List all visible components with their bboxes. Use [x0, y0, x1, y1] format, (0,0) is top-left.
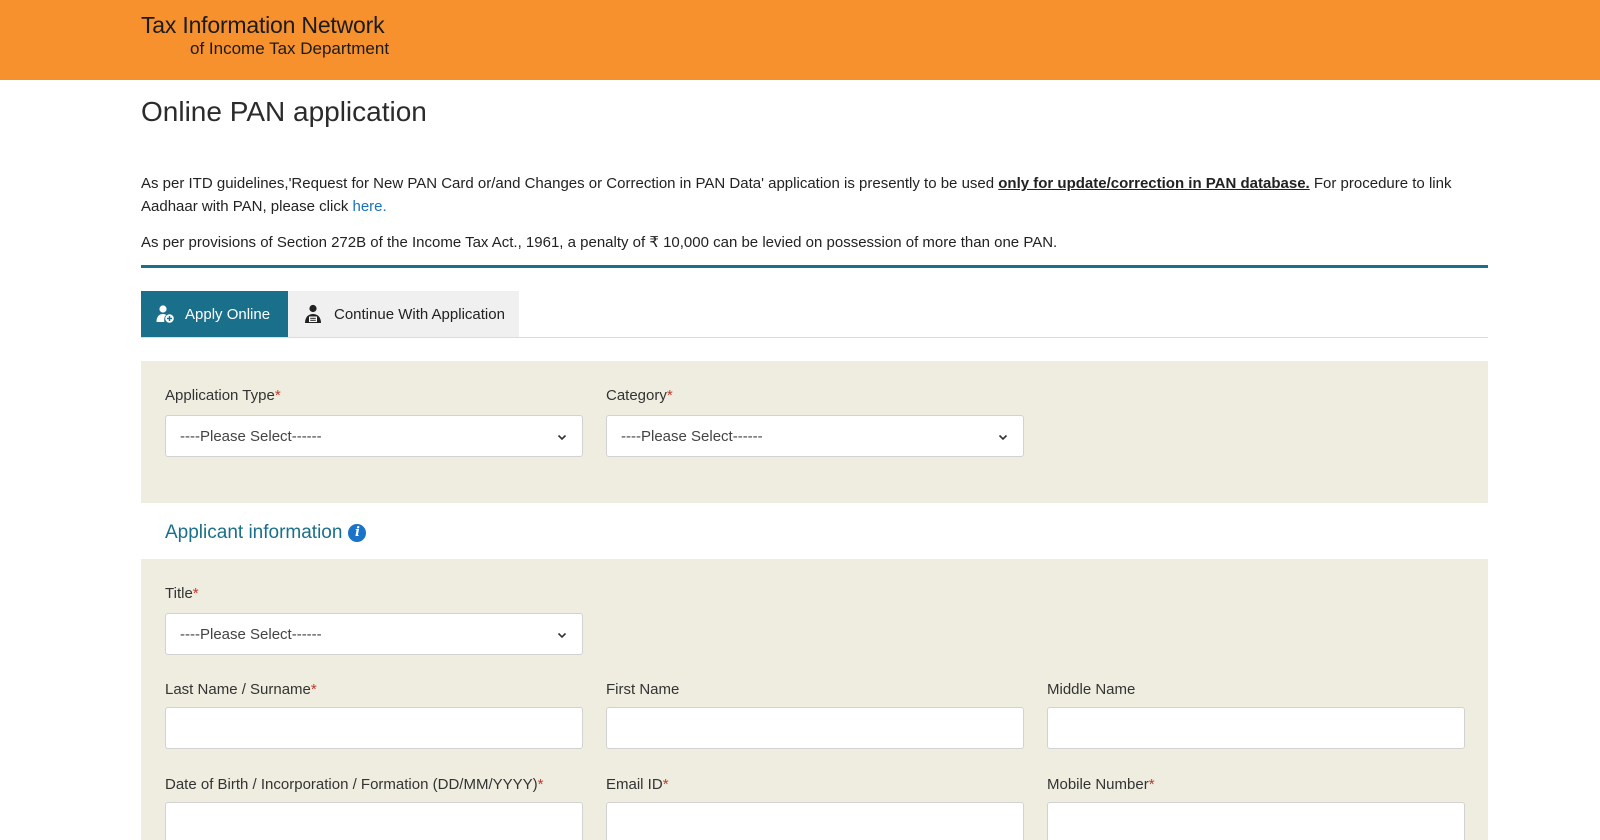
middle-name-label: Middle Name: [1047, 681, 1136, 698]
chevron-down-icon: [557, 434, 567, 441]
tab-apply-online-label: Apply Online: [185, 305, 271, 323]
title-label: Title*: [165, 585, 199, 602]
penalty-notice: As per provisions of Section 272B of the…: [141, 234, 1058, 251]
application-type-value: ----Please Select------: [180, 427, 322, 445]
title-value: ----Please Select------: [180, 625, 322, 643]
tab-apply-online[interactable]: Apply Online: [141, 291, 288, 337]
middle-name-input[interactable]: [1047, 707, 1465, 749]
site-header: Tax Information Network of Income Tax De…: [0, 0, 1600, 80]
user-add-icon: [156, 305, 174, 323]
applicant-information-heading: Applicant information i: [165, 522, 367, 544]
title-select[interactable]: ----Please Select------: [165, 613, 583, 655]
guideline-notice: As per ITD guidelines,'Request for New P…: [141, 172, 1471, 218]
dob-input[interactable]: [165, 802, 583, 840]
logo-line1: Tax Information Network: [141, 12, 385, 38]
section-divider: [141, 265, 1488, 268]
category-select[interactable]: ----Please Select------: [606, 415, 1024, 457]
tab-continue-application[interactable]: Continue With Application: [288, 291, 519, 337]
mobile-input[interactable]: [1047, 802, 1465, 840]
first-name-input[interactable]: [606, 707, 1024, 749]
chevron-down-icon: [998, 434, 1008, 441]
info-icon[interactable]: i: [348, 524, 367, 542]
applicant-information-panel: [141, 559, 1488, 840]
notice-text-pre: As per ITD guidelines,'Request for New P…: [141, 175, 999, 192]
dob-label: Date of Birth / Incorporation / Formatio…: [165, 776, 544, 793]
application-type-label: Application Type*: [165, 387, 281, 404]
user-form-icon: [305, 304, 321, 323]
logo-line2: of Income Tax Department: [190, 39, 390, 58]
application-type-select[interactable]: ----Please Select------: [165, 415, 583, 457]
application-tabs: Apply Online Continue With Application: [141, 291, 1488, 338]
category-value: ----Please Select------: [621, 427, 763, 445]
email-label: Email ID*: [606, 776, 669, 793]
last-name-input[interactable]: [165, 707, 583, 749]
mobile-label: Mobile Number*: [1047, 776, 1155, 793]
last-name-label: Last Name / Surname*: [165, 681, 317, 698]
email-input[interactable]: [606, 802, 1024, 840]
chevron-down-icon: [557, 632, 567, 639]
category-label: Category*: [606, 387, 673, 404]
page-title: Online PAN application: [141, 96, 427, 127]
tab-continue-label: Continue With Application: [334, 305, 505, 323]
first-name-label: First Name: [606, 681, 680, 698]
notice-emphasis: only for update/correction in PAN databa…: [998, 175, 1310, 192]
aadhaar-link[interactable]: here.: [353, 198, 387, 215]
tin-logo[interactable]: Tax Information Network of Income Tax De…: [141, 12, 390, 58]
